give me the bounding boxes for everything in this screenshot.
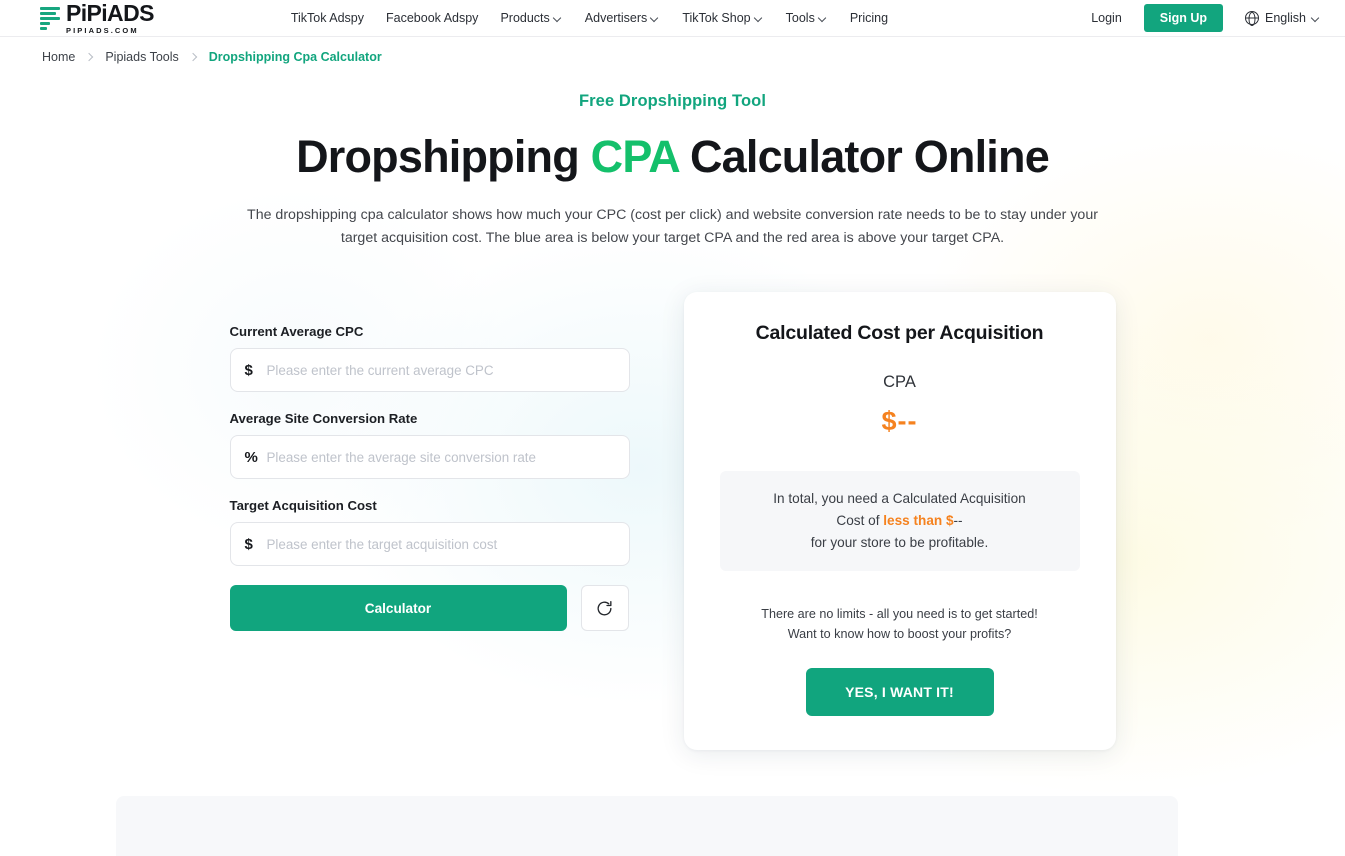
form-actions: Calculator — [229, 585, 630, 632]
nav-item-facebook-adspy[interactable]: Facebook Adspy — [386, 11, 478, 25]
result-card-title: Calculated Cost per Acquisition — [755, 322, 1044, 345]
language-selector[interactable]: English — [1245, 11, 1321, 25]
chevron-down-icon — [651, 14, 660, 23]
calculate-button[interactable]: Calculator — [229, 585, 567, 632]
chevron-down-icon — [554, 14, 563, 23]
hero-eyebrow: Free Dropshipping Tool — [578, 92, 767, 110]
nav-label: Pricing — [849, 11, 889, 25]
cta-button[interactable]: YES, I WANT IT! — [805, 668, 994, 717]
main-nav: TikTok Adspy Facebook Adspy Products Adv… — [291, 11, 888, 25]
label-target-acquisition-cost: Target Acquisition Cost — [229, 498, 377, 514]
nav-label: Products — [500, 11, 550, 25]
language-label: English — [1265, 11, 1306, 25]
result-card: Calculated Cost per Acquisition CPA $-- … — [683, 292, 1116, 751]
nav-item-advertisers[interactable]: Advertisers — [585, 11, 661, 25]
result-note-line1: In total, you need a Calculated Acquisit… — [773, 491, 1026, 507]
nav-item-products[interactable]: Products — [500, 11, 562, 25]
nav-item-tiktok-adspy[interactable]: TikTok Adspy — [291, 11, 364, 25]
login-link[interactable]: Login — [1069, 11, 1144, 25]
chevron-right-icon — [86, 53, 94, 61]
nav-label: Advertisers — [584, 11, 648, 25]
input-current-average-cpc[interactable] — [266, 362, 615, 378]
header-actions: Login Sign Up English — [1069, 4, 1321, 32]
input-target-acquisition-cost[interactable] — [266, 536, 615, 552]
nav-label: Tools — [785, 11, 815, 25]
page-title-part1: Dropshipping — [296, 131, 591, 182]
nav-label: TikTok Shop — [682, 11, 751, 25]
field-average-site-conversion-rate[interactable]: % — [229, 435, 630, 480]
calculator-form: Current Average CPC $ Average Site Conve… — [229, 292, 630, 632]
page-title-part2: Calculator Online — [678, 131, 1050, 182]
page-title-accent: CPA — [590, 131, 679, 182]
nav-label: TikTok Adspy — [290, 11, 365, 25]
chevron-down-icon — [819, 14, 828, 23]
chevron-down-icon — [1312, 14, 1321, 23]
dollar-icon: $ — [244, 361, 253, 379]
logo[interactable]: PiPiADS PIPIADS.COM — [40, 0, 154, 35]
logo-wordmark: PiPiADS — [66, 0, 154, 26]
nav-item-tiktok-shop[interactable]: TikTok Shop — [682, 11, 763, 25]
breadcrumb-item-home[interactable]: Home — [42, 50, 75, 64]
cta-copy: There are no limits - all you need is to… — [720, 605, 1080, 644]
result-note-line2-suffix: -- — [953, 513, 963, 529]
site-header: PiPiADS PIPIADS.COM TikTok Adspy Faceboo… — [0, 0, 1345, 37]
result-note-line2-prefix: Cost of — [836, 513, 884, 529]
nav-label: Facebook Adspy — [386, 11, 479, 25]
calculator-section: Current Average CPC $ Average Site Conve… — [0, 292, 1345, 751]
pipiads-logo-icon — [40, 6, 60, 30]
input-average-site-conversion-rate[interactable] — [266, 449, 615, 465]
cpa-label: CPA — [883, 373, 916, 392]
logo-tagline: PIPIADS.COM — [66, 25, 139, 35]
hero-description: The dropshipping cpa calculator shows ho… — [247, 207, 1098, 247]
chevron-down-icon — [755, 14, 764, 23]
cpa-value: $-- — [881, 406, 918, 437]
field-current-average-cpc[interactable]: $ — [229, 348, 630, 393]
field-target-acquisition-cost[interactable]: $ — [229, 522, 630, 567]
label-average-site-conversion-rate: Average Site Conversion Rate — [229, 411, 418, 427]
nav-item-tools[interactable]: Tools — [786, 11, 828, 25]
cta-copy-line2: Want to know how to boost your profits? — [787, 626, 1012, 641]
dollar-icon: $ — [244, 535, 253, 553]
nav-item-pricing[interactable]: Pricing — [850, 11, 888, 25]
bottom-panel — [116, 796, 1178, 856]
result-note: In total, you need a Calculated Acquisit… — [719, 471, 1080, 572]
refresh-icon — [597, 600, 612, 616]
reset-button[interactable] — [580, 585, 629, 632]
label-current-average-cpc: Current Average CPC — [229, 324, 364, 340]
signup-button[interactable]: Sign Up — [1143, 4, 1223, 32]
percent-icon: % — [244, 448, 258, 466]
page-title: Dropshipping CPA Calculator Online — [0, 133, 1345, 180]
chevron-right-icon — [190, 53, 198, 61]
result-note-highlight: less than $ — [883, 513, 954, 529]
breadcrumb: Home Pipiads Tools Dropshipping Cpa Calc… — [0, 37, 1345, 64]
breadcrumb-item-current: Dropshipping Cpa Calculator — [208, 50, 382, 64]
hero-section: Free Dropshipping Tool Dropshipping CPA … — [0, 64, 1345, 250]
globe-icon — [1245, 11, 1259, 25]
cta-copy-line1: There are no limits - all you need is to… — [761, 607, 1038, 622]
breadcrumb-item-pipiads-tools[interactable]: Pipiads Tools — [105, 50, 178, 64]
result-note-line3: for your store to be profitable. — [810, 535, 989, 551]
